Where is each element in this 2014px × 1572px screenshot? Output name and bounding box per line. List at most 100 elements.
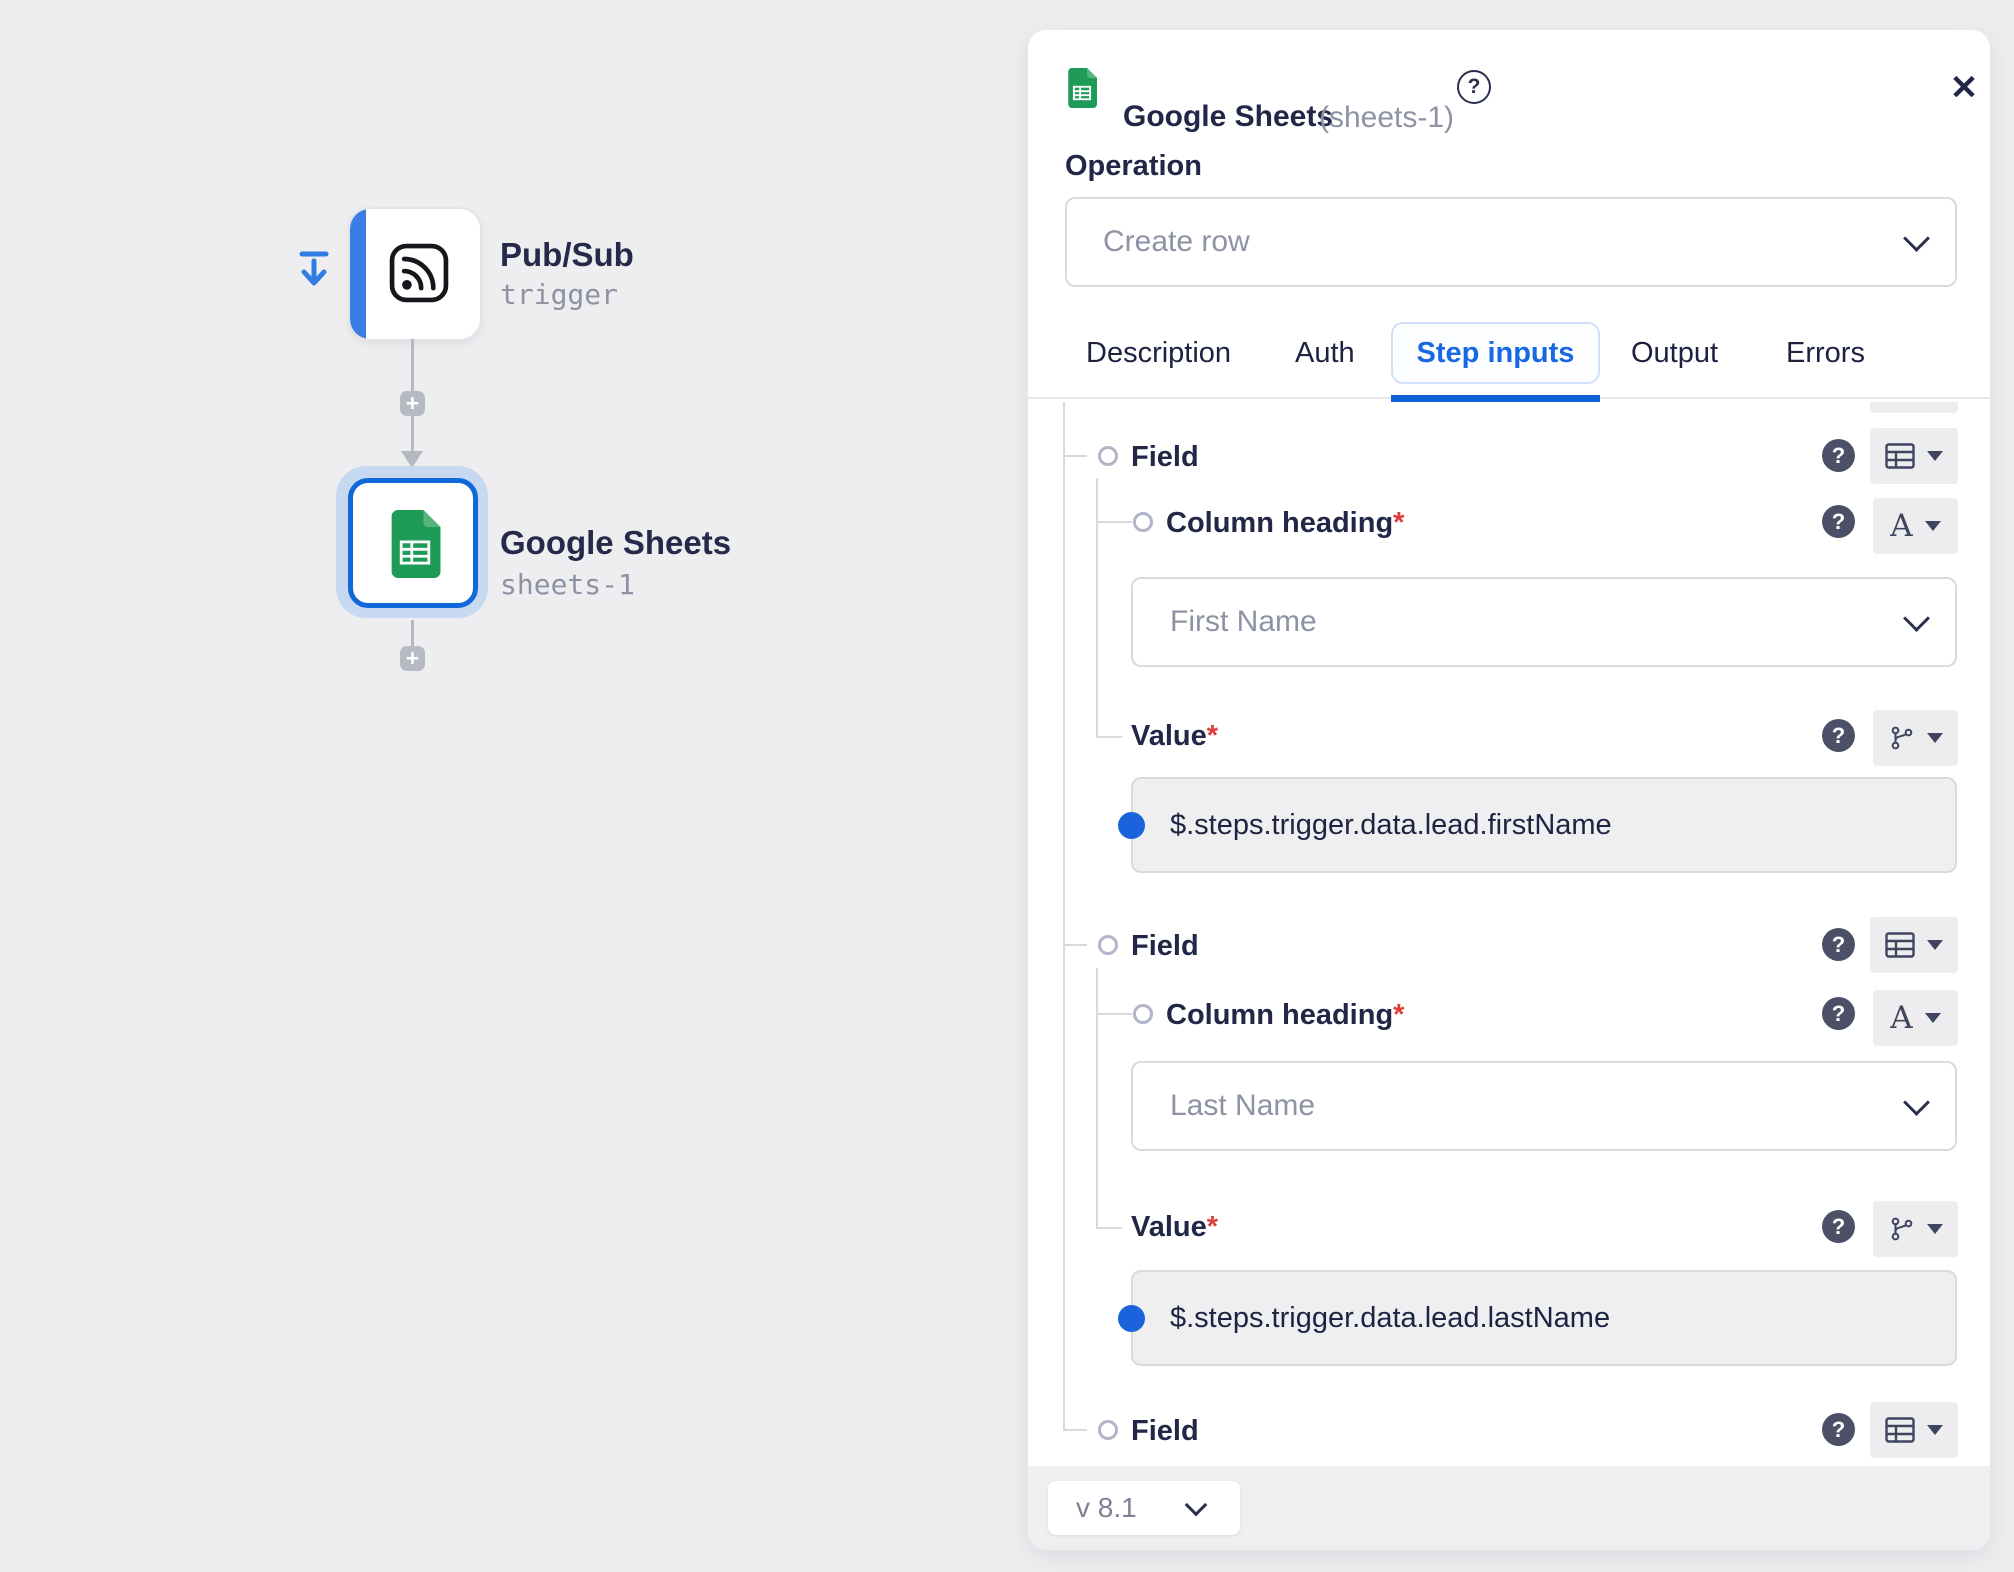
step-config-panel: Google Sheets (sheets-1) ? ✕ Operation C… — [1028, 30, 1990, 1550]
value-reference-text: $.steps.trigger.data.lead.firstName — [1170, 779, 1612, 871]
reference-dot-icon — [1118, 812, 1145, 839]
node-google-sheets[interactable] — [348, 478, 478, 608]
partial-control-button[interactable] — [1870, 402, 1958, 413]
column-heading-text: Column heading — [1166, 999, 1393, 1031]
caret-down-icon — [1927, 1425, 1943, 1435]
caret-down-icon — [1927, 733, 1943, 743]
table-icon — [1885, 1417, 1915, 1443]
field-label: Field — [1131, 1415, 1199, 1448]
tree-line — [1096, 968, 1098, 1228]
node-pubsub-subtitle: trigger — [500, 278, 618, 311]
branch-icon — [1889, 725, 1915, 751]
tab-auth[interactable]: Auth — [1295, 336, 1355, 370]
trigger-import-icon — [298, 250, 330, 288]
tab-output[interactable]: Output — [1631, 336, 1718, 370]
column-heading-label: Column heading* — [1166, 999, 1404, 1032]
version-select[interactable]: v 8.1 — [1048, 1481, 1240, 1535]
value-input[interactable]: $.steps.trigger.data.lead.lastName — [1131, 1270, 1957, 1366]
tab-errors[interactable]: Errors — [1786, 336, 1865, 370]
tree-line — [1096, 478, 1098, 738]
caret-down-icon — [1925, 521, 1941, 531]
chevron-down-icon — [1903, 1089, 1930, 1116]
value-label: Value* — [1131, 1211, 1218, 1244]
trigger-stripe — [350, 209, 366, 339]
help-icon[interactable]: ? — [1822, 505, 1855, 538]
field-type-table-button[interactable] — [1870, 1402, 1958, 1458]
value-reference-text: $.steps.trigger.data.lead.lastName — [1170, 1272, 1610, 1364]
version-label: v 8.1 — [1076, 1481, 1137, 1535]
node-pubsub-title: Pub/Sub — [500, 236, 634, 274]
help-icon[interactable]: ? — [1822, 997, 1855, 1030]
value-label: Value* — [1131, 720, 1218, 753]
step-inputs-content[interactable]: Field ? Column heading* ? A First Name — [1028, 402, 1990, 1466]
help-icon[interactable]: ? — [1822, 928, 1855, 961]
column-heading-select[interactable]: First Name — [1131, 577, 1957, 667]
caret-down-icon — [1925, 1013, 1941, 1023]
field-label: Field — [1131, 441, 1199, 474]
table-icon — [1885, 443, 1915, 469]
workflow-canvas[interactable]: Pub/Sub trigger + Google Sheets sheets-1 — [0, 0, 1028, 1572]
help-icon[interactable]: ? — [1822, 439, 1855, 472]
column-heading-select[interactable]: Last Name — [1131, 1061, 1957, 1151]
chevron-down-icon — [1185, 1494, 1208, 1517]
required-asterisk: * — [1207, 720, 1218, 752]
field-type-reference-button[interactable] — [1873, 710, 1958, 766]
help-icon[interactable]: ? — [1822, 719, 1855, 752]
add-step-button[interactable]: + — [400, 646, 425, 671]
value-text: Value — [1131, 1211, 1207, 1243]
column-heading-value: First Name — [1170, 579, 1317, 665]
field-bullet-icon — [1098, 446, 1118, 466]
field-type-table-button[interactable] — [1870, 917, 1958, 973]
tree-tick — [1063, 1429, 1087, 1431]
required-asterisk: * — [1207, 1211, 1218, 1243]
caret-down-icon — [1927, 451, 1943, 461]
node-sheets-title: Google Sheets — [500, 524, 731, 562]
reference-dot-icon — [1118, 1305, 1145, 1332]
chevron-down-icon — [1903, 605, 1930, 632]
panel-instance-name: (sheets-1) — [1319, 101, 1454, 135]
google-sheets-icon — [1067, 68, 1097, 108]
panel-title: Google Sheets — [1123, 100, 1333, 134]
field-type-table-button[interactable] — [1870, 428, 1958, 484]
node-sheets-subtitle: sheets-1 — [500, 568, 635, 601]
panel-footer: v 8.1 — [1028, 1466, 1990, 1550]
field-type-text-button[interactable]: A — [1873, 498, 1958, 554]
tab-description[interactable]: Description — [1086, 336, 1231, 370]
field-type-text-button[interactable]: A — [1873, 990, 1958, 1046]
pubsub-rss-icon — [386, 240, 452, 306]
field-bullet-icon — [1098, 1420, 1118, 1440]
column-heading-value: Last Name — [1170, 1063, 1315, 1149]
operation-label: Operation — [1065, 150, 1202, 183]
tree-tick — [1096, 1013, 1132, 1015]
panel-help-icon[interactable]: ? — [1457, 70, 1491, 104]
text-type-icon: A — [1890, 508, 1912, 544]
branch-icon — [1889, 1216, 1915, 1242]
google-sheets-icon — [384, 510, 446, 578]
tree-line — [1063, 402, 1065, 1430]
chevron-down-icon — [1903, 225, 1930, 252]
required-asterisk: * — [1393, 999, 1404, 1031]
operation-select[interactable]: Create row — [1065, 197, 1957, 287]
caret-down-icon — [1927, 1224, 1943, 1234]
required-asterisk: * — [1393, 507, 1404, 539]
table-icon — [1885, 932, 1915, 958]
caret-down-icon — [1927, 940, 1943, 950]
value-input[interactable]: $.steps.trigger.data.lead.firstName — [1131, 777, 1957, 873]
tab-step-inputs[interactable]: Step inputs — [1391, 322, 1600, 384]
tree-tick — [1096, 521, 1132, 523]
workflow-builder-screen: Pub/Sub trigger + Google Sheets sheets-1 — [0, 0, 2014, 1572]
close-icon[interactable]: ✕ — [1944, 68, 1984, 108]
help-icon[interactable]: ? — [1822, 1413, 1855, 1446]
field-type-reference-button[interactable] — [1873, 1201, 1958, 1257]
column-heading-text: Column heading — [1166, 507, 1393, 539]
operation-value: Create row — [1103, 199, 1250, 285]
column-heading-label: Column heading* — [1166, 507, 1404, 540]
help-icon[interactable]: ? — [1822, 1210, 1855, 1243]
value-text: Value — [1131, 720, 1207, 752]
column-heading-bullet-icon — [1133, 512, 1153, 532]
tree-tick — [1063, 944, 1087, 946]
tree-tick — [1063, 455, 1087, 457]
add-step-button[interactable]: + — [400, 391, 425, 416]
field-label: Field — [1131, 930, 1199, 963]
node-pubsub[interactable] — [348, 207, 482, 341]
